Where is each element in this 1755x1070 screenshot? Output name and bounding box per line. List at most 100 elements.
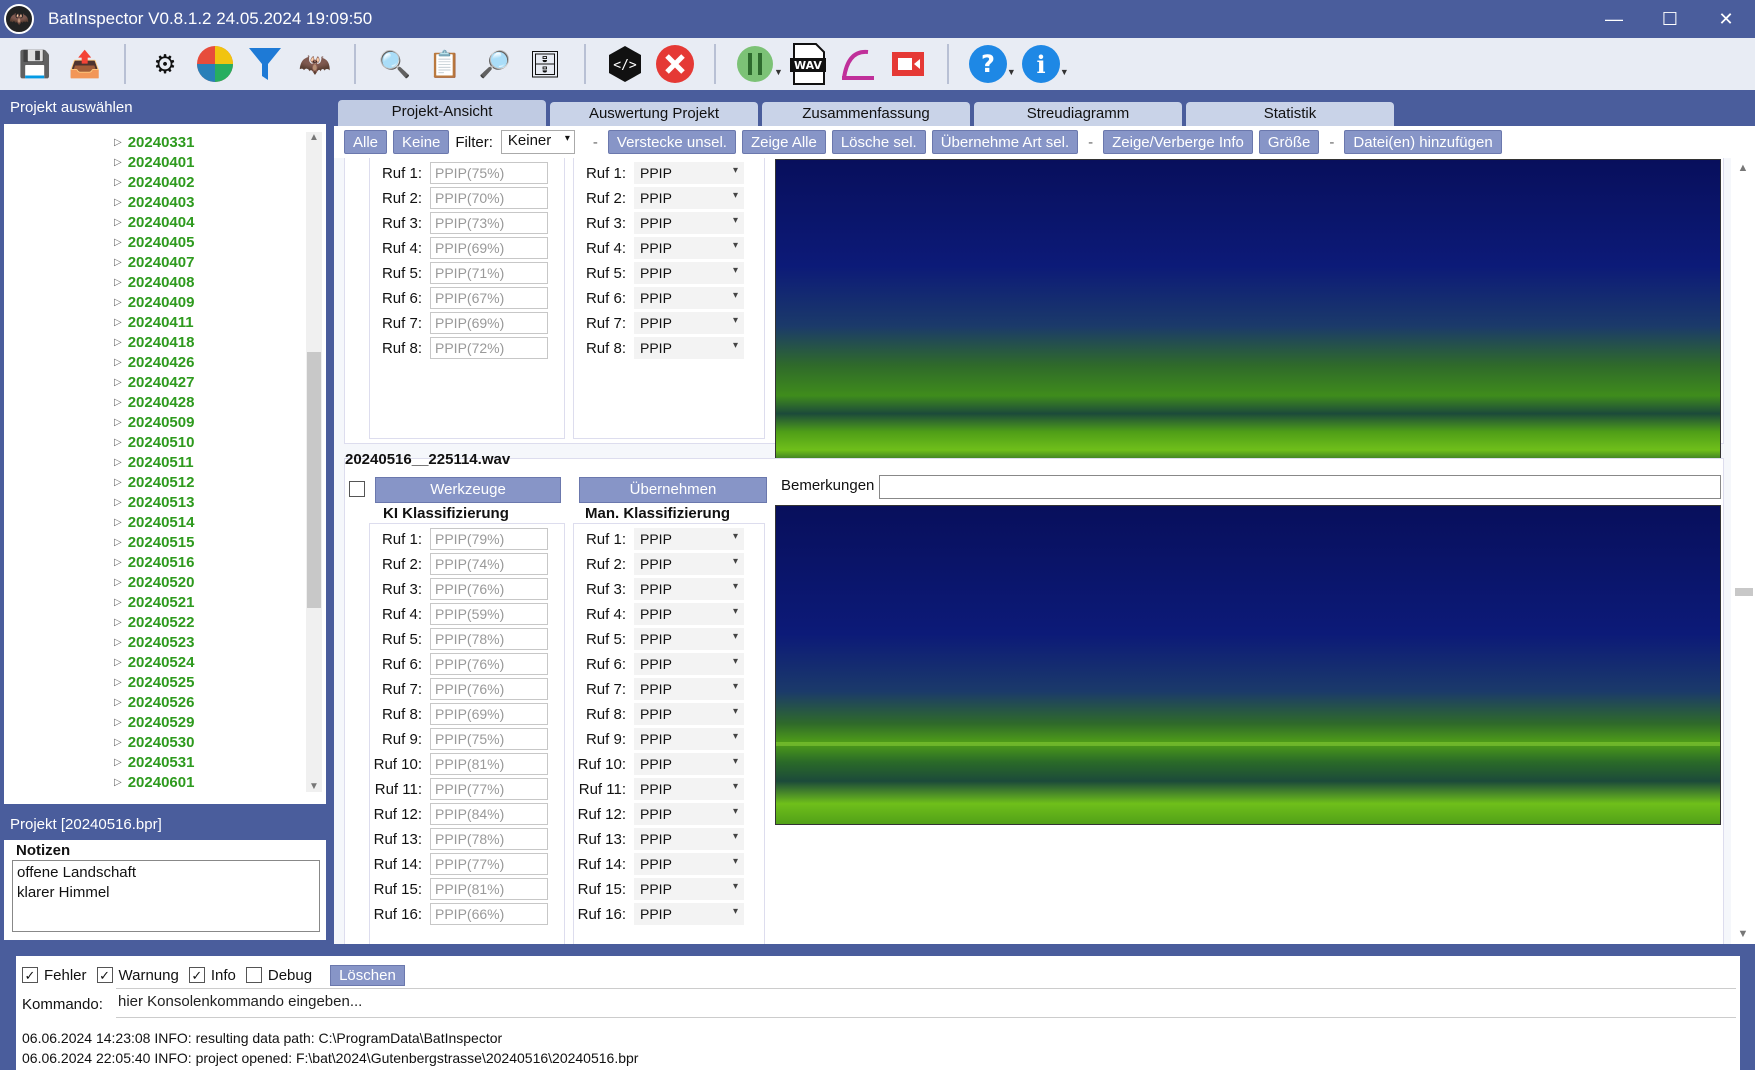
tree-item[interactable]: ▷ 20240601 — [114, 772, 194, 792]
expand-arrow-icon[interactable]: ▷ — [114, 757, 122, 768]
info-toggle[interactable]: ✓ Info — [188, 967, 236, 984]
expand-arrow-icon[interactable]: ▷ — [114, 317, 122, 328]
checkbox-checked-icon[interactable]: ✓ — [188, 967, 205, 983]
tree-item[interactable]: ▷ 20240427 — [114, 372, 194, 392]
tree-item[interactable]: ▷ 20240409 — [114, 292, 194, 312]
manual-species-select[interactable]: PPIP ▾ — [634, 778, 744, 800]
select-recording-checkbox[interactable] — [349, 481, 365, 497]
remarks-input[interactable] — [879, 475, 1721, 499]
tree-item[interactable]: ▷ 20240515 — [114, 532, 194, 552]
help-icon[interactable]: ? — [966, 42, 1010, 86]
manual-species-select[interactable]: PPIP ▾ — [634, 162, 744, 184]
checkbox-unchecked-icon[interactable] — [245, 967, 262, 983]
tree-item[interactable]: ▷ 20240401 — [114, 152, 194, 172]
scroll-thumb[interactable] — [307, 352, 321, 608]
tree-item[interactable]: ▷ 20240331 — [114, 132, 194, 152]
settings-icon[interactable]: ⚙ — [143, 42, 187, 86]
tab-projekt-ansicht[interactable]: Projekt-Ansicht — [338, 100, 546, 126]
tree-item[interactable]: ▷ 20240514 — [114, 512, 194, 532]
show-all-button[interactable]: Zeige Alle — [741, 130, 826, 154]
tree-item[interactable]: ▷ 20240428 — [114, 392, 194, 412]
notes-textarea[interactable]: offene Landschaft klarer Himmel — [12, 860, 320, 932]
expand-arrow-icon[interactable]: ▷ — [114, 597, 122, 608]
manual-species-select[interactable]: PPIP ▾ — [634, 803, 744, 825]
tree-item[interactable]: ▷ 20240405 — [114, 232, 194, 252]
expand-arrow-icon[interactable]: ▷ — [114, 137, 122, 148]
expand-arrow-icon[interactable]: ▷ — [114, 557, 122, 568]
save-icon[interactable]: 💾 — [13, 42, 57, 86]
manual-species-select[interactable]: PPIP ▾ — [634, 287, 744, 309]
command-input[interactable]: hier Konsolenkommando eingeben... — [116, 988, 1736, 1018]
sweep-icon[interactable] — [836, 42, 880, 86]
tree-item[interactable]: ▷ 20240523 — [114, 632, 194, 652]
maximize-button[interactable]: ☐ — [1642, 0, 1698, 38]
cancel-icon[interactable] — [653, 42, 697, 86]
tab-auswertung-projekt[interactable]: Auswertung Projekt — [550, 102, 758, 126]
scroll-down-icon[interactable]: ▼ — [1731, 928, 1755, 940]
manual-species-select[interactable]: PPIP ▾ — [634, 578, 744, 600]
tab-zusammenfassung[interactable]: Zusammenfassung — [762, 102, 970, 126]
manual-species-select[interactable]: PPIP ▾ — [634, 237, 744, 259]
scroll-up-icon[interactable]: ▲ — [1731, 162, 1755, 174]
manual-species-select[interactable]: PPIP ▾ — [634, 728, 744, 750]
manual-species-select[interactable]: PPIP ▾ — [634, 903, 744, 925]
color-wheel-icon[interactable] — [193, 42, 237, 86]
apply-button[interactable]: Übernehmen — [579, 477, 767, 503]
tree-item[interactable]: ▷ 20240522 — [114, 612, 194, 632]
clear-log-button[interactable]: Löschen — [330, 964, 405, 986]
tree-item[interactable]: ▷ 20240524 — [114, 652, 194, 672]
bat-icon[interactable]: 🦇 — [293, 42, 337, 86]
tree-item[interactable]: ▷ 20240426 — [114, 352, 194, 372]
database-settings-icon[interactable]: 🗄 — [523, 42, 567, 86]
hide-unselected-button[interactable]: Verstecke unsel. — [607, 130, 736, 154]
expand-arrow-icon[interactable]: ▷ — [114, 357, 122, 368]
expand-arrow-icon[interactable]: ▷ — [114, 237, 122, 248]
tab-streudiagramm[interactable]: Streudiagramm — [974, 102, 1182, 126]
manual-species-select[interactable]: PPIP ▾ — [634, 553, 744, 575]
tree-item[interactable]: ▷ 20240511 — [114, 452, 194, 472]
expand-arrow-icon[interactable]: ▷ — [114, 297, 122, 308]
delete-selected-button[interactable]: Lösche sel. — [831, 130, 926, 154]
select-all-button[interactable]: Alle — [344, 130, 388, 154]
filter-icon[interactable] — [243, 42, 287, 86]
scroll-thumb[interactable] — [1735, 588, 1753, 596]
wav-icon[interactable]: WAV — [786, 42, 830, 86]
tree-item[interactable]: ▷ 20240403 — [114, 192, 194, 212]
tree-item[interactable]: ▷ 20240512 — [114, 472, 194, 492]
checkbox-checked-icon[interactable]: ✓ — [96, 967, 113, 983]
expand-arrow-icon[interactable]: ▷ — [114, 337, 122, 348]
tree-item[interactable]: ▷ 20240529 — [114, 712, 194, 732]
tree-item[interactable]: ▷ 20240402 — [114, 172, 194, 192]
warnung-toggle[interactable]: ✓ Warnung — [96, 967, 179, 984]
expand-arrow-icon[interactable]: ▷ — [114, 477, 122, 488]
tree-item[interactable]: ▷ 20240526 — [114, 692, 194, 712]
manual-species-select[interactable]: PPIP ▾ — [634, 337, 744, 359]
tree-item[interactable]: ▷ 20240408 — [114, 272, 194, 292]
tree-item[interactable]: ▷ 20240418 — [114, 332, 194, 352]
expand-arrow-icon[interactable]: ▷ — [114, 697, 122, 708]
content-scrollbar[interactable]: ▲ ▼ — [1731, 158, 1755, 944]
manual-species-select[interactable]: PPIP ▾ — [634, 187, 744, 209]
tree-item[interactable]: ▷ 20240525 — [114, 672, 194, 692]
script-icon[interactable]: </> — [603, 42, 647, 86]
fehler-toggle[interactable]: ✓ Fehler — [22, 967, 87, 984]
tree-item[interactable]: ▷ 20240513 — [114, 492, 194, 512]
add-files-button[interactable]: Datei(en) hinzufügen — [1344, 130, 1502, 154]
export-icon[interactable]: 📤 — [63, 42, 107, 86]
expand-arrow-icon[interactable]: ▷ — [114, 257, 122, 268]
size-button[interactable]: Größe — [1258, 130, 1320, 154]
expand-arrow-icon[interactable]: ▷ — [114, 537, 122, 548]
tree-item[interactable]: ▷ 20240530 — [114, 732, 194, 752]
manual-species-select[interactable]: PPIP ▾ — [634, 653, 744, 675]
tree-item[interactable]: ▷ 20240531 — [114, 752, 194, 772]
expand-arrow-icon[interactable]: ▷ — [114, 677, 122, 688]
search-ki-icon[interactable]: 🔍 — [373, 42, 417, 86]
report-icon[interactable]: 📋 — [423, 42, 467, 86]
manual-species-select[interactable]: PPIP ▾ — [634, 528, 744, 550]
filter-select[interactable]: Keiner ▾ — [500, 130, 575, 154]
close-window-button[interactable]: ✕ — [1698, 0, 1754, 38]
tree-item[interactable]: ▷ 20240521 — [114, 592, 194, 612]
expand-arrow-icon[interactable]: ▷ — [114, 497, 122, 508]
expand-arrow-icon[interactable]: ▷ — [114, 617, 122, 628]
manual-species-select[interactable]: PPIP ▾ — [634, 853, 744, 875]
